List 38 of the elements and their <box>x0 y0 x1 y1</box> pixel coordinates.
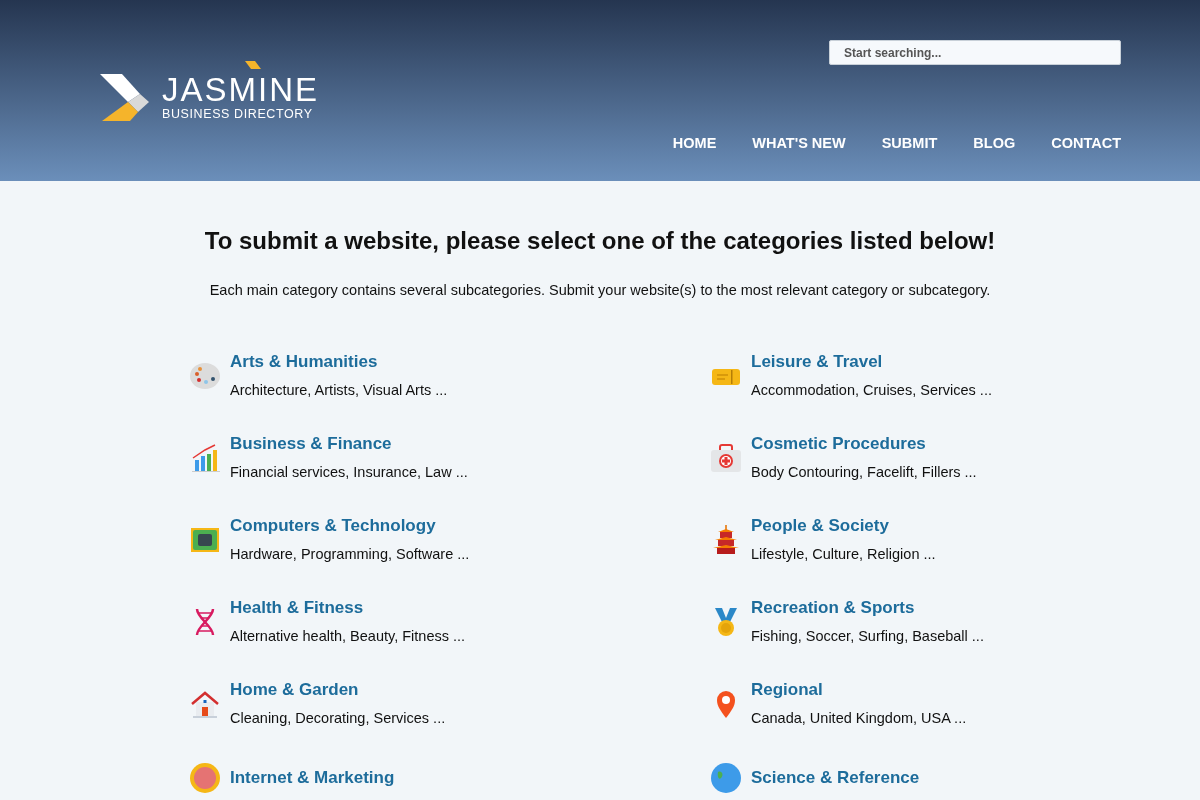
subcategory-list: Hardware, Programming, Software ... <box>230 545 470 563</box>
category-link[interactable]: Leisure & Travel <box>751 352 992 372</box>
subcategory-list: Financial services, Insurance, Law ... <box>230 463 468 481</box>
intro-text: Each main category contains several subcategories. Submit your website(s) to the most relevant category or subcategory. <box>209 282 991 298</box>
round-icon <box>189 762 221 794</box>
nav-link[interactable]: HOME <box>672 135 717 151</box>
category-link[interactable]: Home & Garden <box>230 680 446 700</box>
subcategory-list: Fishing, Soccer, Surfing, Baseball ... <box>751 627 984 645</box>
subcategory-list: Canada, United Kingdom, USA ... <box>751 709 967 727</box>
globe-icon <box>710 762 742 794</box>
accent-mark-icon <box>245 61 261 69</box>
category-link[interactable]: Business & Finance <box>230 434 468 454</box>
logo-tagline: BUSINESS DIRECTORY <box>162 107 314 121</box>
bar-chart-icon <box>189 441 221 474</box>
category-link[interactable]: Arts & Humanities <box>230 352 448 372</box>
subcategory-list: Alternative health, Beauty, Fitness ... <box>230 627 466 645</box>
logo-icon <box>100 72 150 122</box>
category-link[interactable]: Science & Reference <box>751 768 920 788</box>
logo-name: JASMINE <box>162 73 320 107</box>
category-link[interactable]: Cosmetic Procedures <box>751 434 977 454</box>
nav-link[interactable]: BLOG <box>973 135 1016 151</box>
category-link[interactable]: Recreation & Sports <box>751 598 984 618</box>
subcategory-list: Body Contouring, Facelift, Fillers ... <box>751 463 977 481</box>
category-link[interactable]: Internet & Marketing <box>230 768 395 788</box>
nav-link[interactable]: SUBMIT <box>881 135 938 151</box>
subcategory-list: Lifestyle, Culture, Religion ... <box>751 545 936 563</box>
nav-link[interactable]: CONTACT <box>1051 135 1121 151</box>
nav-link[interactable]: WHAT'S NEW <box>752 135 846 151</box>
subcategory-list: Architecture, Artists, Visual Arts ... <box>230 381 448 399</box>
category-link[interactable]: Computers & Technology <box>230 516 470 536</box>
page-heading: To submit a website, please select one of the categories listed below! <box>204 227 996 255</box>
category-link[interactable]: Regional <box>751 680 967 700</box>
category-link[interactable]: People & Society <box>751 516 936 536</box>
search-field[interactable]: Start searching... <box>829 40 1121 65</box>
first-aid-kit-icon <box>710 441 742 474</box>
category-link[interactable]: Health & Fitness <box>230 598 466 618</box>
subcategory-list: Cleaning, Decorating, Services ... <box>230 709 446 727</box>
subcategory-list: Accommodation, Cruises, Services ... <box>751 381 992 399</box>
